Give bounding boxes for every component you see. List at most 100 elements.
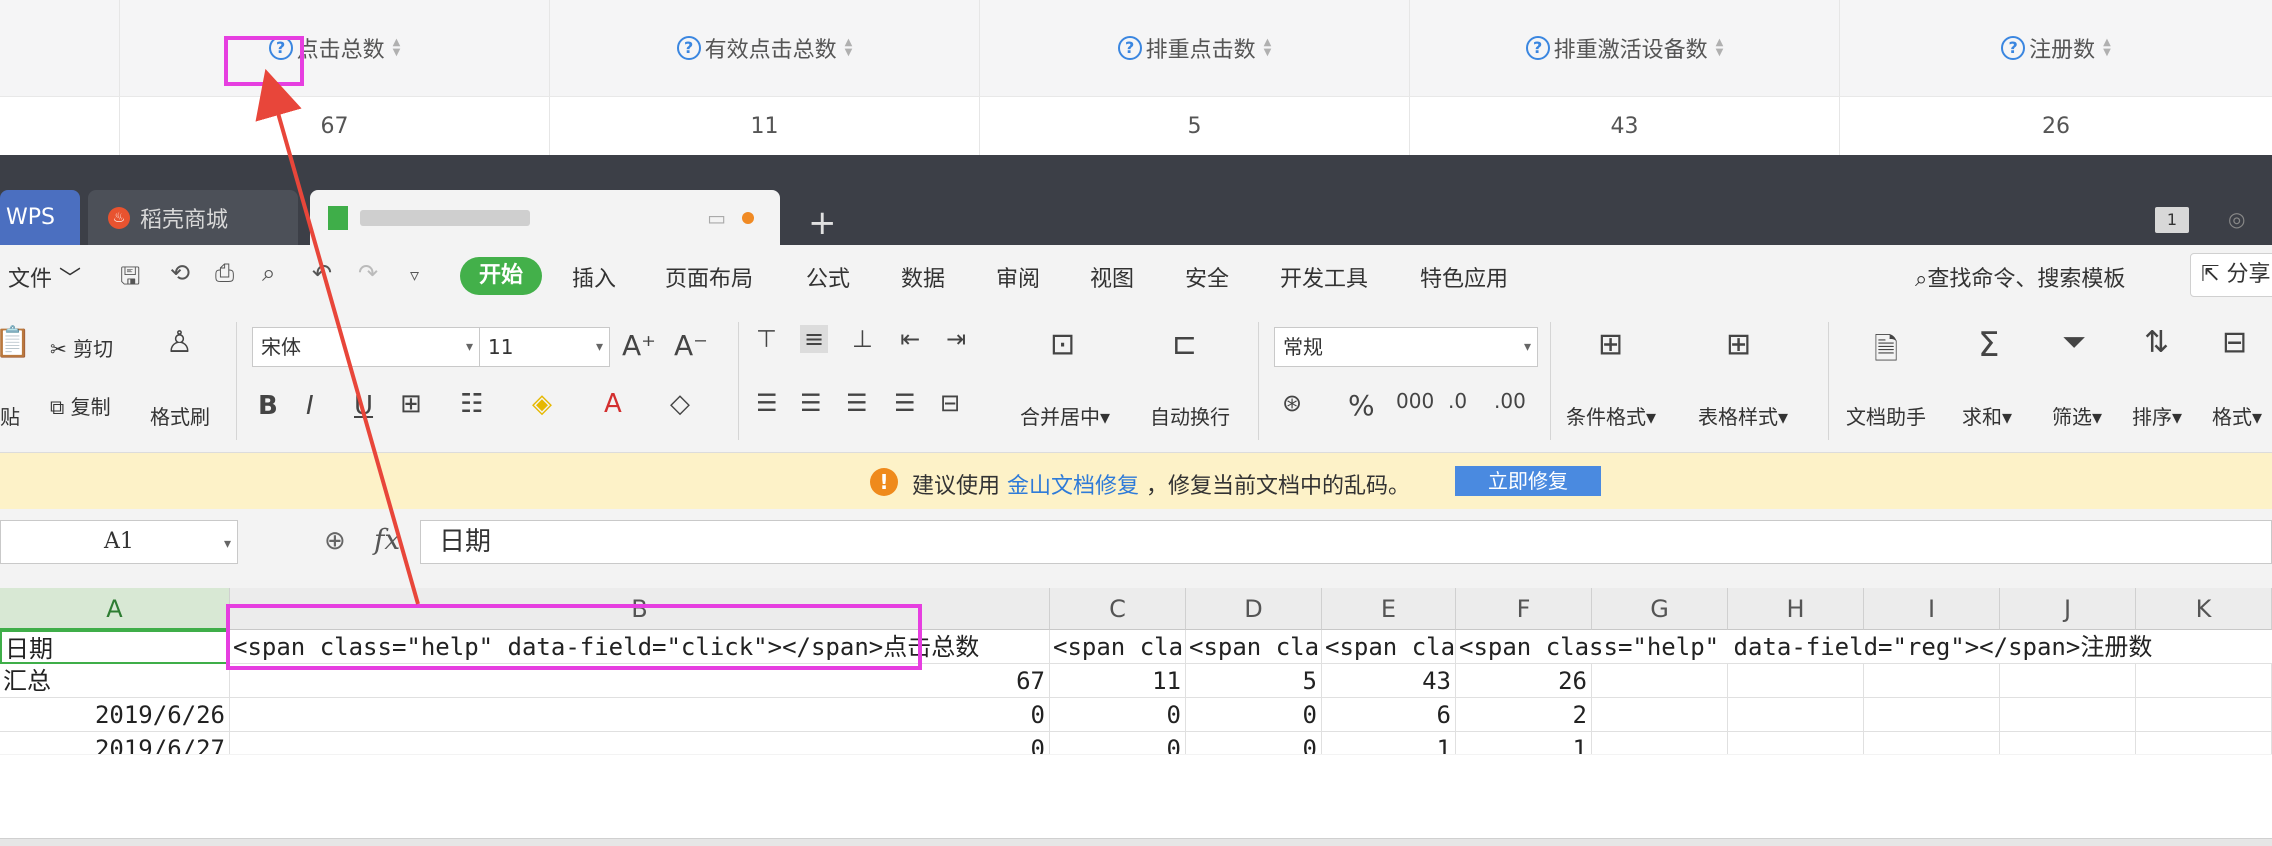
fx-icon[interactable]: fx: [374, 523, 400, 556]
cell-f1[interactable]: <span class="help" data-field="reg"></sp…: [1456, 630, 2272, 664]
merge-center-icon[interactable]: ⊡: [1050, 327, 1075, 362]
cell-a4[interactable]: 2019/6/27: [0, 732, 230, 754]
merge-center-button[interactable]: 合并居中▾: [1020, 401, 1110, 430]
cell-a2[interactable]: 汇总: [0, 664, 230, 698]
cell-d2[interactable]: 5: [1186, 664, 1322, 698]
zoom-icon[interactable]: ⊕: [324, 526, 346, 556]
cell-b3[interactable]: 0: [230, 698, 1050, 732]
increase-font-icon[interactable]: A⁺: [622, 329, 656, 362]
decrease-decimal-icon[interactable]: .00: [1494, 389, 1526, 413]
cell-f2[interactable]: 26: [1456, 664, 1592, 698]
cell-j2[interactable]: [2000, 664, 2136, 698]
wrap-text-icon[interactable]: ⊏: [1172, 327, 1197, 362]
sum-icon[interactable]: Σ: [1978, 325, 1999, 365]
conditional-format-icon[interactable]: ⊞: [1598, 327, 1623, 362]
tab-formula[interactable]: 公式: [806, 261, 850, 293]
cell-i4[interactable]: [1864, 732, 2000, 754]
help-icon[interactable]: ?: [2001, 36, 2026, 60]
column-header-d[interactable]: D: [1186, 588, 1322, 630]
report-header-dedup-click[interactable]: ? 排重点击数 ▲ ▼: [980, 0, 1410, 96]
column-header-k[interactable]: K: [2136, 588, 2272, 630]
column-header-a[interactable]: A: [0, 588, 230, 630]
paste-icon[interactable]: 📋: [0, 325, 31, 360]
sum-button[interactable]: 求和▾: [1962, 401, 2012, 430]
cell-h4[interactable]: [1728, 732, 1864, 754]
cell-g4[interactable]: [1592, 732, 1728, 754]
cell-k4[interactable]: [2136, 732, 2272, 754]
tab-security[interactable]: 安全: [1185, 261, 1229, 293]
fill-color-icon[interactable]: ◈: [532, 389, 552, 419]
border-icon[interactable]: ⊞: [400, 389, 422, 419]
undo-history-icon[interactable]: ⟲: [170, 259, 190, 287]
format-painter-button[interactable]: 格式刷: [150, 401, 210, 430]
tab-spreadsheet[interactable]: ▭: [310, 190, 780, 245]
doc-helper-icon[interactable]: 🗎: [1874, 327, 1898, 378]
align-top-icon[interactable]: ⊤: [756, 325, 777, 353]
redo-icon[interactable]: ↷: [358, 259, 378, 287]
cell-c4[interactable]: 0: [1050, 732, 1186, 754]
cell-h3[interactable]: [1728, 698, 1864, 732]
column-header-h[interactable]: H: [1728, 588, 1864, 630]
column-header-f[interactable]: F: [1456, 588, 1592, 630]
cell-e1[interactable]: <span cla: [1322, 630, 1456, 664]
save-icon[interactable]: 🖫: [120, 259, 140, 300]
sort-icon[interactable]: ▲ ▼: [1716, 38, 1724, 58]
cell-c3[interactable]: 0: [1050, 698, 1186, 732]
tab-page-layout[interactable]: 页面布局: [665, 261, 753, 293]
undo-icon[interactable]: ↶: [312, 259, 332, 287]
sort-icon[interactable]: ▲ ▼: [1264, 38, 1272, 58]
column-header-e[interactable]: E: [1322, 588, 1456, 630]
paste-label[interactable]: 贴: [0, 401, 20, 430]
cell-f3[interactable]: 2: [1456, 698, 1592, 732]
currency-icon[interactable]: ⊛: [1282, 389, 1302, 417]
align-middle-icon[interactable]: ≡: [800, 325, 829, 353]
filter-button[interactable]: 筛选▾: [2052, 401, 2102, 430]
cell-a3[interactable]: 2019/6/26: [0, 698, 230, 732]
cell-j3[interactable]: [2000, 698, 2136, 732]
tab-start[interactable]: 开始: [460, 257, 542, 295]
more-icon[interactable]: ▿: [410, 265, 419, 286]
name-box[interactable]: A1 ▾: [0, 520, 238, 564]
italic-icon[interactable]: I: [306, 391, 314, 421]
outdent-icon[interactable]: ⇤: [900, 325, 920, 353]
cell-d3[interactable]: 0: [1186, 698, 1322, 732]
tab-review[interactable]: 审阅: [996, 261, 1040, 293]
repair-now-button[interactable]: 立即修复: [1455, 466, 1601, 496]
cell-d1[interactable]: <span cla: [1186, 630, 1322, 664]
window-control-icon[interactable]: ◎: [2228, 207, 2258, 233]
tab-view[interactable]: 视图: [1090, 261, 1134, 293]
print-preview-icon[interactable]: ⌕: [262, 259, 275, 287]
number-format-select[interactable]: 常规 ▾: [1274, 327, 1538, 367]
align-bottom-icon[interactable]: ⊥: [852, 325, 873, 353]
decrease-font-icon[interactable]: A⁻: [674, 329, 708, 362]
sort-button[interactable]: 排序▾: [2132, 401, 2182, 430]
report-header-dedup-activation[interactable]: ? 排重激活设备数 ▲ ▼: [1410, 0, 1840, 96]
report-header-registrations[interactable]: ? 注册数 ▲ ▼: [1840, 0, 2272, 96]
report-header-click-total[interactable]: ? 点击总数 ▲ ▼: [120, 0, 550, 96]
distribute-icon[interactable]: ⊟: [940, 389, 960, 417]
monitor-icon[interactable]: ▭: [707, 206, 726, 230]
command-search[interactable]: ⌕查找命令、搜索模板: [1915, 261, 2125, 293]
cell-k2[interactable]: [2136, 664, 2272, 698]
table-style-button[interactable]: 表格样式▾: [1698, 401, 1788, 430]
format-button[interactable]: 格式▾: [2212, 401, 2262, 430]
cell-e2[interactable]: 43: [1322, 664, 1456, 698]
align-right-icon[interactable]: ☰: [846, 389, 868, 417]
indent-icon[interactable]: ⇥: [946, 325, 966, 353]
cell-f4[interactable]: 1: [1456, 732, 1592, 754]
sort-icon[interactable]: ⇅: [2144, 325, 2169, 360]
tab-docer-store[interactable]: ♨ 稻壳商城: [88, 190, 298, 245]
cell-e3[interactable]: 6: [1322, 698, 1456, 732]
filter-icon[interactable]: ⏷: [2062, 325, 2086, 360]
repair-link[interactable]: 金山文档修复: [1007, 474, 1139, 499]
justify-icon[interactable]: ☰: [894, 389, 916, 417]
tab-special[interactable]: 特色应用: [1420, 261, 1508, 293]
font-name-select[interactable]: 宋体 ▾: [252, 327, 480, 367]
font-color-icon[interactable]: A: [604, 389, 622, 419]
tab-insert[interactable]: 插入: [572, 261, 616, 293]
underline-icon[interactable]: U: [354, 391, 373, 421]
format-icon[interactable]: ⊟: [2222, 325, 2247, 360]
cell-g2[interactable]: [1592, 664, 1728, 698]
cell-e4[interactable]: 1: [1322, 732, 1456, 754]
thousands-icon[interactable]: 000: [1396, 389, 1434, 413]
